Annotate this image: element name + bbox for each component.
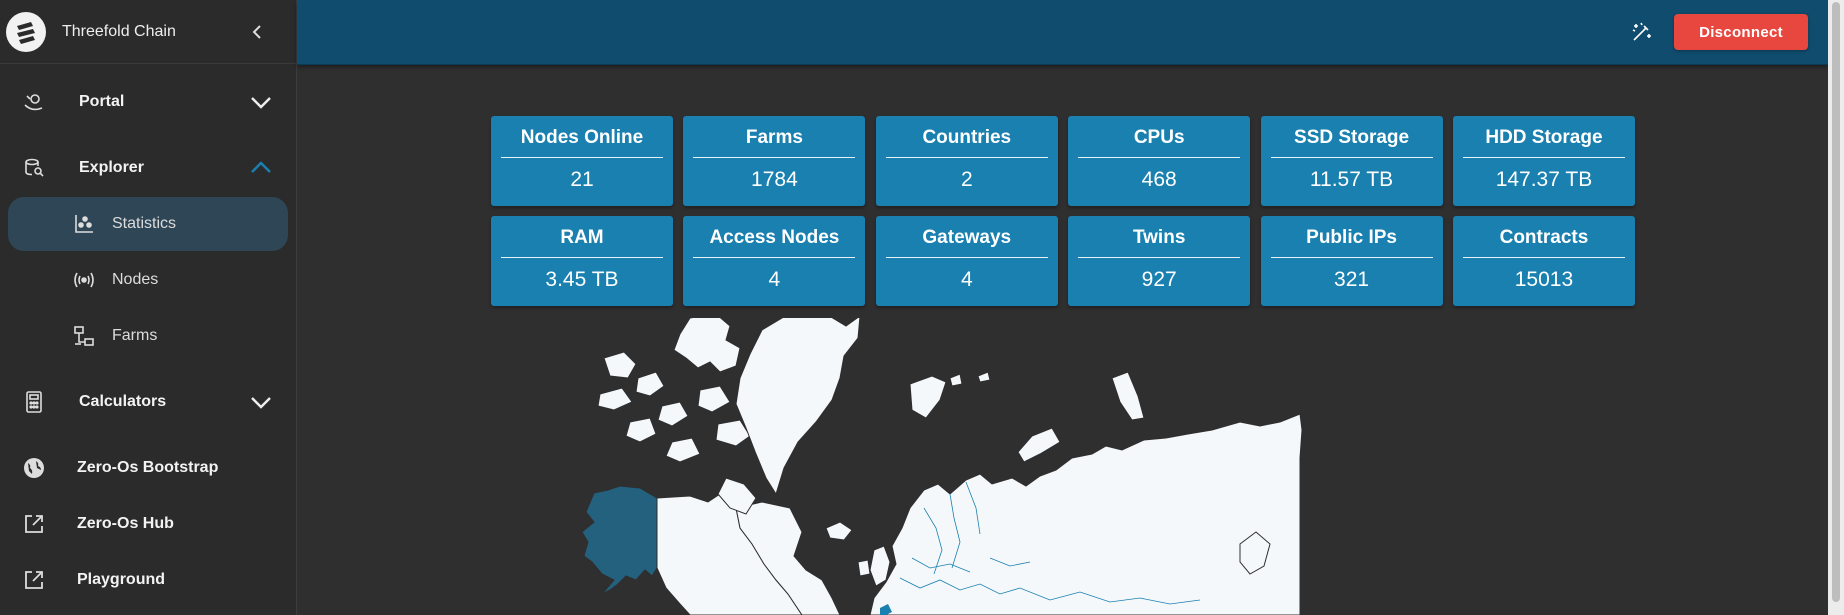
stat-divider	[885, 157, 1048, 158]
disconnect-button[interactable]: Disconnect	[1674, 14, 1808, 50]
world-map[interactable]	[540, 318, 1540, 615]
stat-value: 1784	[751, 168, 798, 191]
stat-card-contracts: Contracts 15013	[1452, 216, 1635, 306]
page-scrollbar[interactable]	[1828, 0, 1844, 615]
sidebar: Threefold Chain Portal Explorer Statisti…	[0, 0, 297, 615]
stat-title: Twins	[1132, 227, 1186, 248]
scrollbar-thumb[interactable]	[1832, 2, 1840, 602]
stat-title: Countries	[922, 127, 1012, 148]
map-region-alaska[interactable]	[581, 485, 658, 595]
stat-divider	[1078, 157, 1241, 158]
stat-value: 21	[570, 168, 594, 191]
stat-value: 4	[768, 268, 781, 291]
stat-card-farms: Farms 1784	[683, 116, 866, 206]
stat-card-nodes-online: Nodes Online 21	[491, 116, 673, 206]
calculator-icon	[22, 390, 46, 414]
sidebar-item-playground[interactable]: Playground	[0, 556, 297, 604]
stat-title: SSD Storage	[1294, 127, 1410, 148]
stat-title: RAM	[560, 227, 604, 248]
stat-value: 147.37 TB	[1495, 168, 1593, 191]
sidebar-item-label: Explorer	[79, 159, 144, 176]
stat-card-ram: RAM 3.45 TB	[491, 216, 673, 306]
stat-card-gateways: Gateways 4	[875, 216, 1058, 306]
stat-divider	[501, 257, 663, 258]
stat-title: Contracts	[1499, 227, 1589, 248]
sidebar-item-zero-os-bootstrap[interactable]: Zero-Os Bootstrap	[0, 444, 297, 492]
stat-divider	[885, 257, 1048, 258]
collapse-sidebar-icon[interactable]	[248, 22, 268, 42]
brand: Threefold Chain	[0, 0, 296, 64]
stat-card-ssd-storage: SSD Storage 11.57 TB	[1260, 116, 1443, 206]
sidebar-item-explorer[interactable]: Explorer	[0, 144, 297, 192]
stat-card-countries: Countries 2	[875, 116, 1058, 206]
stat-card-access-nodes: Access Nodes 4	[683, 216, 866, 306]
stat-card-hdd-storage: HDD Storage 147.37 TB	[1452, 116, 1635, 206]
sidebar-item-farms[interactable]: Farms	[8, 309, 288, 363]
map-region-eurasia[interactable]	[869, 413, 1303, 615]
sidebar-item-label: Zero-Os Bootstrap	[77, 459, 219, 476]
sidebar-item-label: Statistics	[112, 215, 177, 232]
sidebar-item-portal[interactable]: Portal	[0, 78, 297, 126]
map-region-arctic-islands[interactable]	[673, 318, 741, 373]
stat-title: Access Nodes	[709, 227, 840, 248]
stat-value: 4	[960, 268, 973, 291]
stat-value: 321	[1334, 268, 1370, 291]
map-region-svalbard[interactable]	[909, 371, 991, 419]
sidebar-item-statistics[interactable]: Statistics	[8, 197, 288, 251]
stat-title: Public IPs	[1306, 227, 1397, 248]
stat-title: Nodes Online	[520, 127, 644, 148]
stat-card-cpus: CPUs 468	[1068, 116, 1251, 206]
stat-value: 468	[1141, 168, 1177, 191]
sidebar-item-label: Portal	[79, 93, 125, 110]
sidebar-item-nodes[interactable]: Nodes	[8, 253, 288, 307]
stat-divider	[501, 157, 663, 158]
stat-divider	[1270, 257, 1433, 258]
topbar: Disconnect	[297, 0, 1828, 65]
sidebar-item-calculators[interactable]: Calculators	[0, 378, 297, 426]
stat-title: CPUs	[1133, 127, 1185, 148]
stat-divider	[1078, 257, 1241, 258]
stat-value: 927	[1141, 268, 1177, 291]
sidebar-item-label: Zero-Os Hub	[77, 515, 174, 532]
external-link-icon	[22, 568, 46, 592]
stat-divider	[1462, 157, 1625, 158]
theme-toggle-icon[interactable]	[1630, 20, 1654, 44]
sidebar-item-label: Playground	[77, 571, 166, 588]
statistics-icon	[72, 212, 96, 236]
stat-card-public-ips: Public IPs 321	[1260, 216, 1443, 306]
sidebar-item-label: Nodes	[112, 271, 159, 288]
portal-icon	[22, 90, 46, 114]
chevron-down-icon[interactable]	[248, 92, 274, 112]
stat-title: Gateways	[922, 227, 1012, 248]
sidebar-item-label: Calculators	[79, 393, 167, 410]
stat-divider	[693, 157, 856, 158]
chevron-down-icon[interactable]	[248, 392, 274, 412]
external-link-icon	[22, 512, 46, 536]
stat-divider	[693, 257, 856, 258]
stat-title: HDD Storage	[1485, 127, 1603, 148]
stat-value: 15013	[1514, 268, 1574, 291]
map-region-arctic-russia-island[interactable]	[1017, 427, 1061, 463]
app-title: Threefold Chain	[62, 22, 176, 40]
stat-value: 2	[960, 168, 973, 191]
sidebar-item-zero-os-hub[interactable]: Zero-Os Hub	[0, 500, 297, 548]
stat-card-twins: Twins 927	[1068, 216, 1251, 306]
map-region-novaya-zemlya[interactable]	[1111, 371, 1145, 421]
chevron-up-icon[interactable]	[248, 158, 274, 178]
farms-icon	[72, 324, 96, 348]
stat-divider	[1462, 257, 1625, 258]
globe-icon	[22, 456, 46, 480]
stat-divider	[1270, 157, 1433, 158]
explorer-icon	[22, 156, 46, 180]
sidebar-item-label: Farms	[112, 327, 158, 344]
stats-grid: Nodes Online 21 Farms 1784 Countries 2 C…	[491, 116, 1635, 306]
nodes-icon	[72, 268, 96, 292]
stat-value: 3.45 TB	[545, 268, 619, 291]
stat-value: 11.57 TB	[1309, 168, 1394, 191]
stat-title: Farms	[745, 127, 803, 148]
threefold-logo	[6, 11, 46, 52]
map-region-ireland[interactable]	[857, 559, 871, 577]
map-region-greenland[interactable]	[735, 318, 861, 496]
map-region-iceland[interactable]	[825, 521, 853, 541]
